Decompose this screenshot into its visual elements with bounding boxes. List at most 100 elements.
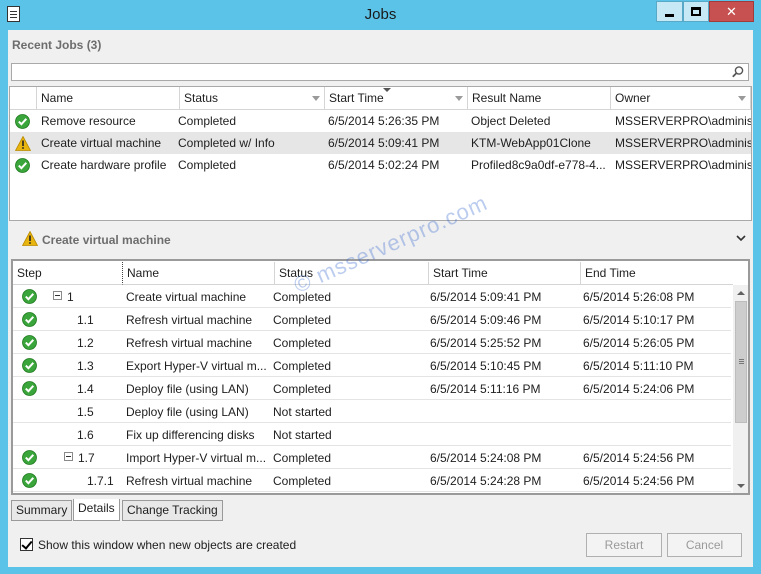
search-icon[interactable] — [731, 65, 745, 79]
show-window-label[interactable]: Show this window when new objects are cr… — [38, 538, 296, 552]
column-header-icon[interactable] — [10, 87, 37, 110]
job-name: Remove resource — [41, 114, 136, 128]
step-name: Deploy file (using LAN) — [126, 382, 249, 396]
step-end-time: 6/5/2014 5:24:56 PM — [583, 474, 695, 488]
job-owner: MSSERVERPRO\adminis... — [615, 158, 751, 172]
step-number: 1.5 — [77, 405, 94, 419]
chevron-down-icon[interactable] — [736, 233, 746, 243]
success-check-icon — [22, 450, 37, 465]
success-check-icon — [22, 381, 37, 396]
success-check-icon — [22, 335, 37, 350]
filter-dropdown-icon[interactable] — [738, 96, 746, 101]
step-name: Refresh virtual machine — [126, 474, 253, 488]
job-status: Completed w/ Info — [178, 136, 275, 150]
step-start-time: 6/5/2014 5:09:46 PM — [430, 313, 542, 327]
maximize-icon — [691, 7, 701, 16]
column-header-result-name[interactable]: Result Name — [468, 87, 611, 110]
table-row[interactable]: 1.3 Export Hyper-V virtual m... Completed 6… — [13, 354, 731, 377]
table-row[interactable]: 1.5 Deploy file (using LAN) Not started — [13, 400, 731, 423]
column-header-name[interactable]: Name — [123, 262, 275, 285]
step-end-time — [583, 400, 731, 422]
table-row[interactable]: Create hardware profile Completed 6/5/2014… — [10, 154, 751, 176]
step-status: Not started — [273, 428, 332, 442]
job-start-time: 6/5/2014 5:02:24 PM — [328, 158, 440, 172]
step-status: Not started — [273, 405, 332, 419]
restart-button[interactable]: Restart — [586, 533, 662, 557]
job-name: Create hardware profile — [41, 158, 167, 172]
job-owner: MSSERVERPRO\adminis... — [615, 136, 751, 150]
window-title: Jobs — [364, 6, 397, 23]
collapse-toggle-icon[interactable] — [64, 452, 73, 461]
job-start-time: 6/5/2014 5:09:41 PM — [328, 136, 440, 150]
step-start-time: 6/5/2014 5:10:45 PM — [430, 359, 542, 373]
show-window-checkbox[interactable] — [20, 538, 33, 551]
cancel-button[interactable]: Cancel — [667, 533, 742, 557]
client-area: Recent Jobs (3) Name Status Start Time R… — [8, 30, 753, 567]
step-name: Refresh virtual machine — [126, 336, 253, 350]
grip-icon — [739, 359, 744, 360]
table-row[interactable]: 1.2 Refresh virtual machine Completed 6/5/2… — [13, 331, 731, 354]
column-header-step[interactable]: Step — [13, 262, 123, 285]
tab-details[interactable]: Details — [73, 499, 120, 521]
step-end-time: 6/5/2014 5:26:05 PM — [583, 336, 695, 350]
jobs-window: Jobs ✕ Recent Jobs (3) Name Status Start… — [0, 0, 761, 574]
table-row[interactable]: 1.7.1 Refresh virtual machine Completed 6/5… — [13, 469, 731, 492]
step-start-time: 6/5/2014 5:25:52 PM — [430, 336, 542, 350]
filter-dropdown-icon[interactable] — [312, 96, 320, 101]
recent-jobs-grid: Name Status Start Time Result Name Owner… — [9, 86, 752, 221]
step-name: Import Hyper-V virtual m... — [126, 451, 267, 465]
warning-icon — [22, 231, 38, 246]
step-number: 1.4 — [77, 382, 94, 396]
table-row[interactable]: 1.1 Refresh virtual machine Completed 6/5/2… — [13, 308, 731, 331]
column-header-name[interactable]: Name — [37, 87, 180, 110]
filter-dropdown-icon[interactable] — [455, 96, 463, 101]
step-name: Export Hyper-V virtual m... — [126, 359, 267, 373]
column-header-start-time[interactable]: Start Time — [429, 262, 581, 285]
table-row[interactable]: 1.7 Import Hyper-V virtual m... Completed 6… — [13, 446, 731, 469]
vertical-scrollbar[interactable] — [733, 285, 748, 493]
title-bar[interactable]: Jobs ✕ — [0, 0, 761, 30]
job-status: Completed — [178, 114, 237, 128]
step-number: 1.7 — [78, 451, 95, 465]
recent-jobs-heading: Recent Jobs (3) — [12, 38, 102, 52]
step-name: Deploy file (using LAN) — [126, 405, 249, 419]
tab-change-tracking[interactable]: Change Tracking — [122, 500, 223, 521]
scroll-down-icon[interactable] — [737, 484, 745, 488]
step-status: Completed — [273, 474, 332, 488]
maximize-button[interactable] — [683, 1, 709, 22]
step-number: 1.6 — [77, 428, 94, 442]
step-end-time: 6/5/2014 5:10:17 PM — [583, 313, 695, 327]
collapse-toggle-icon[interactable] — [53, 291, 62, 300]
job-result-name: Object Deleted — [471, 114, 551, 128]
minimize-button[interactable] — [656, 1, 683, 22]
table-row[interactable]: 1 Create virtual machine Completed 6/5/2014… — [13, 285, 731, 308]
success-check-icon — [15, 114, 30, 129]
job-steps-grid: Step Name Status Start Time End Time 1 Cr… — [11, 259, 750, 495]
success-check-icon — [22, 358, 37, 373]
step-start-time: 6/5/2014 5:11:16 PM — [430, 382, 541, 396]
scroll-up-icon[interactable] — [737, 291, 745, 295]
step-name: Refresh virtual machine — [126, 313, 253, 327]
table-row[interactable]: 1.4 Deploy file (using LAN) Completed 6/5/2… — [13, 377, 731, 400]
step-start-time: 6/5/2014 5:24:28 PM — [430, 474, 542, 488]
column-header-end-time[interactable]: End Time — [581, 262, 733, 285]
table-row[interactable]: 1.6 Fix up differencing disks Not started — [13, 423, 731, 446]
step-status: Completed — [273, 359, 332, 373]
tab-summary[interactable]: Summary — [11, 500, 73, 521]
step-end-time: 6/5/2014 5:26:08 PM — [583, 290, 695, 304]
search-input[interactable] — [11, 63, 749, 81]
column-header-status[interactable]: Status — [180, 87, 325, 110]
column-header-start-time[interactable]: Start Time — [325, 87, 468, 110]
table-row[interactable]: Create virtual machine Completed w/ Info 6… — [10, 132, 751, 154]
success-check-icon — [22, 289, 37, 304]
close-button[interactable]: ✕ — [709, 1, 754, 22]
job-result-name: Profiled8c9a0df-e778-4... — [471, 158, 606, 172]
scroll-thumb[interactable] — [735, 301, 747, 423]
column-header-owner[interactable]: Owner — [611, 87, 751, 110]
step-end-time: 6/5/2014 5:24:06 PM — [583, 382, 695, 396]
sort-descending-icon — [383, 88, 391, 92]
job-name: Create virtual machine — [41, 136, 162, 150]
success-check-icon — [22, 312, 37, 327]
job-result-name: KTM-WebApp01Clone — [471, 136, 591, 150]
table-row[interactable]: Remove resource Completed 6/5/2014 5:26:35… — [10, 110, 751, 132]
